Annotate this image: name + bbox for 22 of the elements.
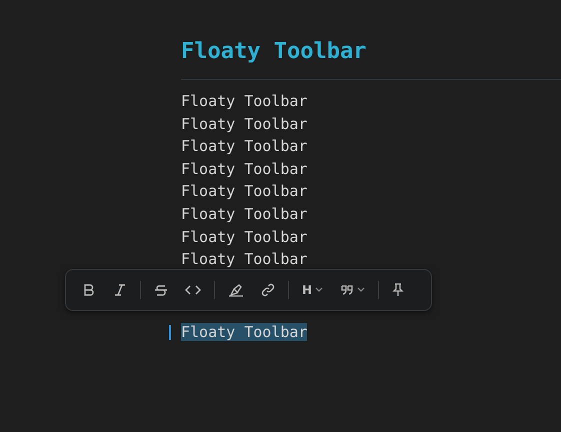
text-line: Floaty Toolbar <box>181 250 308 268</box>
text-line: Floaty Toolbar <box>181 92 308 110</box>
text-cursor <box>169 324 171 340</box>
italic-icon <box>113 282 127 297</box>
text-line: Floaty Toolbar <box>181 204 308 223</box>
heading-dropdown[interactable]: H <box>296 276 330 303</box>
text-line: Floaty Toolbar <box>181 114 308 133</box>
pin-icon <box>392 282 404 297</box>
code-icon <box>185 282 201 297</box>
caret-icon <box>357 286 366 293</box>
link-icon <box>261 282 275 297</box>
caret-icon <box>315 286 324 293</box>
text-line: Floaty Toolbar <box>181 228 308 246</box>
strikethrough-icon <box>154 282 168 297</box>
bold-icon <box>82 282 96 297</box>
text-line: Floaty Toolbar <box>181 160 308 178</box>
selected-text: Floaty Toolbar <box>181 322 308 341</box>
document-title: Floaty Toolbar <box>181 38 368 66</box>
marker-icon <box>228 282 244 297</box>
text-line: Floaty Toolbar <box>181 182 308 200</box>
quote-icon <box>340 282 354 297</box>
text-line: Floaty Toolbar <box>181 137 308 156</box>
